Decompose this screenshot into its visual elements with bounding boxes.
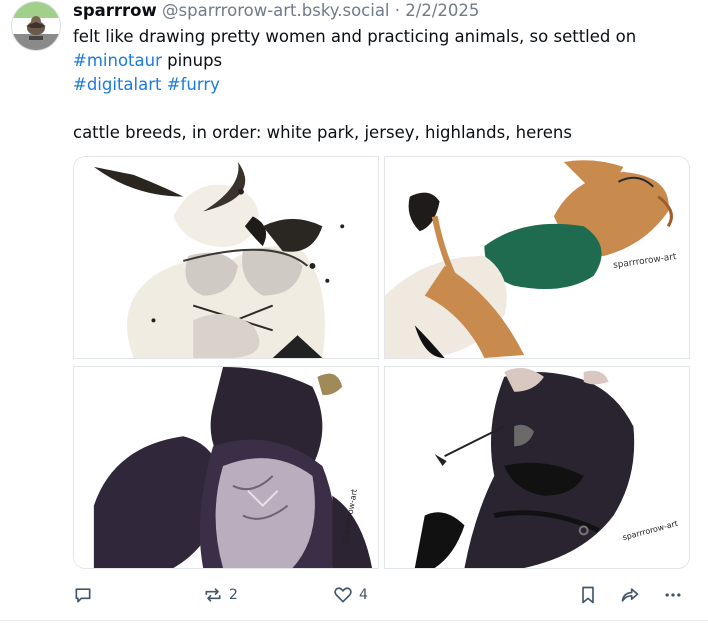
post-date[interactable]: 2/2/2025 (405, 1, 479, 20)
post-header: sparrrow @sparrrorow-art.bsky.social · 2… (73, 0, 479, 22)
like-icon (334, 587, 352, 603)
white-park-artwork (74, 157, 378, 358)
post-text-fragment: pinups (161, 51, 223, 70)
author-name[interactable]: sparrrow (73, 1, 157, 20)
image-highlands[interactable]: sparrrorow-art (73, 366, 379, 569)
image-herens[interactable]: sparrrorow-art (384, 366, 690, 569)
highlands-artwork: sparrrorow-art (74, 367, 378, 568)
herens-artwork: sparrrorow-art (385, 367, 689, 568)
share-icon (621, 588, 639, 602)
image-grid: sparrrorow-art sparrrorow-art sparrrorow… (73, 156, 691, 569)
like-button[interactable]: 4 (333, 582, 368, 608)
reply-icon (75, 588, 91, 603)
separator: · (394, 1, 401, 20)
post-text-line: cattle breeds, in order: white park, jer… (73, 123, 572, 142)
bookmark-button[interactable] (578, 582, 598, 608)
avatar-image (12, 2, 60, 50)
hashtag-furry[interactable]: #furry (167, 75, 220, 94)
post-actions: 2 4 (73, 582, 698, 608)
image-jersey[interactable]: sparrrorow-art (384, 156, 690, 359)
post-text-line: #digitalart #furry (73, 73, 698, 97)
author-handle[interactable]: @sparrrorow-art.bsky.social (162, 1, 390, 20)
repost-button[interactable]: 2 (203, 582, 238, 608)
repost-count: 2 (229, 587, 238, 603)
repost-icon (205, 588, 221, 602)
post-text-line: felt like drawing pretty women and pract… (73, 27, 637, 46)
reply-button[interactable] (73, 582, 99, 608)
jersey-artwork: sparrrorow-art (385, 157, 689, 358)
hashtag-minotaur[interactable]: #minotaur (73, 51, 162, 70)
image-white-park[interactable] (73, 156, 379, 359)
post-text-line: #minotaur pinups (73, 49, 698, 73)
more-icon (665, 593, 681, 597)
like-count: 4 (359, 587, 368, 603)
bookmark-icon (582, 586, 594, 604)
more-options-button[interactable] (663, 582, 683, 608)
post-text: felt like drawing pretty women and pract… (73, 25, 698, 145)
share-button[interactable] (620, 582, 640, 608)
hashtag-digitalart[interactable]: #digitalart (73, 75, 161, 94)
avatar[interactable] (12, 2, 60, 50)
post-divider (0, 620, 708, 621)
